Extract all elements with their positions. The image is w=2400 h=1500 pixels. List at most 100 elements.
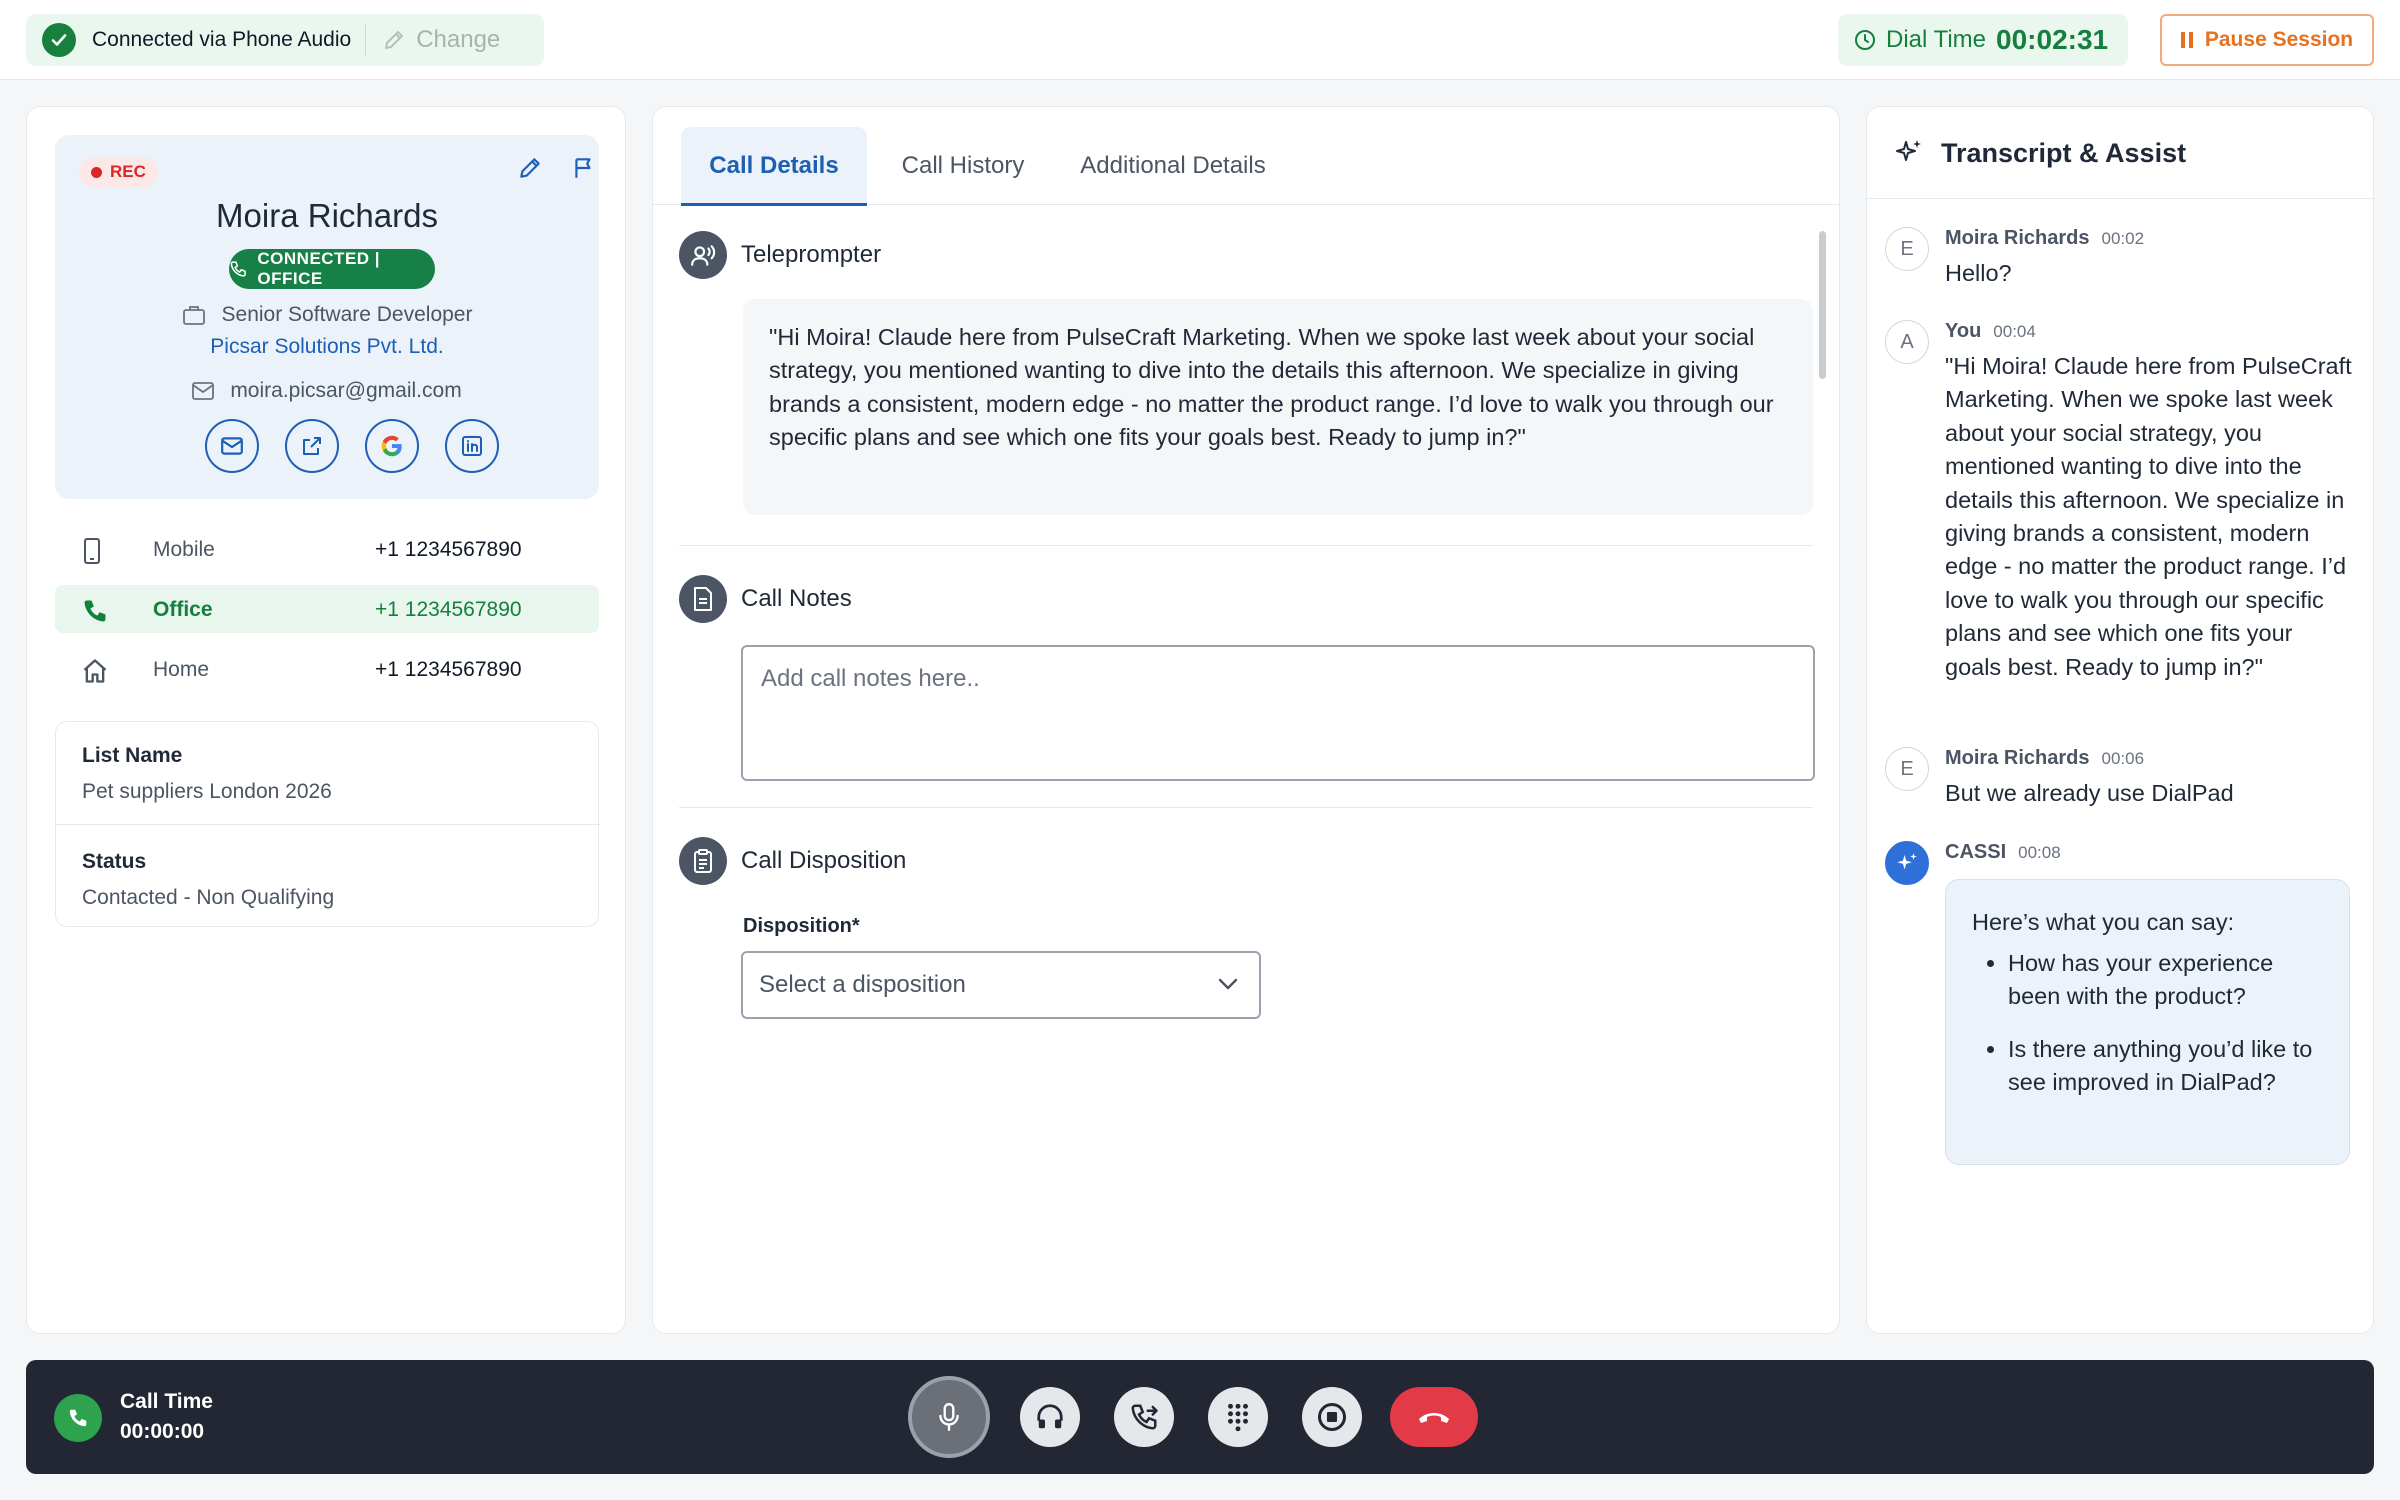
connection-badge-label: CONNECTED | OFFICE xyxy=(257,249,381,288)
connection-badge: CONNECTED | OFFICE xyxy=(229,249,435,289)
recording-badge: REC xyxy=(79,157,158,187)
call-control-bar: Call Time 00:00:00 xyxy=(26,1360,2374,1474)
tab-call-details[interactable]: Call Details xyxy=(681,127,867,206)
contact-panel: REC Moira Richards CONNECTED | OFFICE Se… xyxy=(26,106,626,1334)
message-time: 00:02 xyxy=(2101,229,2145,248)
status-label: Status xyxy=(82,850,147,873)
transcript-title: Transcript & Assist xyxy=(1941,138,2187,168)
contact-name: Moira Richards xyxy=(216,197,438,234)
rec-label: REC xyxy=(110,162,146,181)
message-text: Hello? xyxy=(1945,260,2012,286)
sparkle-icon xyxy=(1897,853,1917,870)
headset-button[interactable] xyxy=(1020,1387,1080,1447)
dial-time-label: Dial Time xyxy=(1886,26,1987,53)
linkedin-button[interactable] xyxy=(445,419,499,473)
suggestion-item: How has your experience been with the pr… xyxy=(2008,947,2323,1013)
check-circle-icon xyxy=(42,23,76,57)
notes-icon xyxy=(679,575,727,623)
contact-email-text: moira.picsar@gmail.com xyxy=(230,379,462,402)
connection-status: Connected via Phone Audio Change xyxy=(26,14,544,66)
phone-number: +1 1234567890 xyxy=(375,658,522,681)
stop-record-icon xyxy=(1318,1403,1346,1431)
sparkle-icon xyxy=(1896,140,1921,161)
job-title-text: Senior Software Developer xyxy=(221,303,473,326)
email-button[interactable] xyxy=(205,419,259,473)
mobile-icon xyxy=(84,538,100,564)
list-name-value: Pet suppliers London 2026 xyxy=(82,780,332,803)
speaker-name: CASSI xyxy=(1945,841,2007,863)
speaker-name: You xyxy=(1945,320,1982,342)
call-details-panel: Call Details Call History Additional Det… xyxy=(652,106,1840,1334)
message-time: 00:06 xyxy=(2101,749,2145,768)
call-notes-input[interactable] xyxy=(741,645,1815,781)
pause-session-label: Pause Session xyxy=(2204,28,2354,51)
call-transfer-icon xyxy=(1131,1404,1158,1430)
contact-profile: REC Moira Richards CONNECTED | OFFICE Se… xyxy=(55,135,599,499)
flag-icon xyxy=(575,158,591,178)
avatar: E xyxy=(1885,227,1929,271)
open-link-button[interactable] xyxy=(285,419,339,473)
phone-row-home[interactable]: Home +1 1234567890 xyxy=(55,645,599,693)
top-bar: Connected via Phone Audio Change Dial Ti… xyxy=(0,0,2400,80)
clock-icon xyxy=(1855,30,1875,50)
phone-label: Home xyxy=(153,658,210,681)
phone-label: Office xyxy=(153,598,213,621)
teleprompter-icon xyxy=(679,231,727,279)
divider xyxy=(679,545,1813,546)
linkedin-icon xyxy=(462,436,482,456)
home-icon xyxy=(83,659,107,683)
message-header: Moira Richards 00:06 xyxy=(1945,747,2144,770)
record-dot-icon xyxy=(91,166,102,178)
social-links xyxy=(205,419,499,473)
list-name-label: List Name xyxy=(82,744,183,767)
call-time-value: 00:00:00 xyxy=(120,1420,205,1443)
mute-button[interactable] xyxy=(908,1376,990,1458)
phone-number: +1 1234567890 xyxy=(375,598,522,621)
edit-contact-button[interactable] xyxy=(517,155,543,181)
tab-additional-details[interactable]: Additional Details xyxy=(1063,127,1283,205)
dialpad-button[interactable] xyxy=(1208,1387,1268,1447)
avatar: E xyxy=(1885,747,1929,791)
pause-icon xyxy=(2180,32,2193,48)
briefcase-icon xyxy=(182,306,205,325)
company-link[interactable]: Picsar Solutions Pvt. Ltd. xyxy=(55,335,599,359)
disposition-label: Disposition* xyxy=(743,915,860,937)
scrollbar[interactable] xyxy=(1819,231,1826,379)
phone-row-office[interactable]: Office +1 1234567890 xyxy=(55,585,599,633)
avatar: A xyxy=(1885,320,1929,364)
transcript-message: A You 00:04 "Hi Moira! Claude here from P… xyxy=(1885,320,2365,720)
hang-up-icon xyxy=(1419,1413,1449,1423)
pencil-icon xyxy=(385,31,404,49)
status-row: Status Contacted - Non Qualifying xyxy=(56,850,600,910)
phone-row-mobile[interactable]: Mobile +1 1234567890 xyxy=(55,525,599,573)
connection-text: Connected via Phone Audio xyxy=(92,28,352,51)
change-button[interactable]: Change xyxy=(382,26,500,54)
hang-up-button[interactable] xyxy=(1390,1387,1478,1447)
google-button[interactable] xyxy=(365,419,419,473)
stop-recording-button[interactable] xyxy=(1302,1387,1362,1447)
contact-email: moira.picsar@gmail.com xyxy=(55,379,599,403)
phone-label: Mobile xyxy=(153,538,215,561)
phone-icon xyxy=(84,600,106,622)
dialpad-icon xyxy=(1228,1403,1248,1432)
cassi-avatar xyxy=(1885,841,1929,885)
suggestion-item: Is there anything you’d like to see impr… xyxy=(2008,1033,2323,1099)
pause-session-button[interactable]: Pause Session xyxy=(2160,14,2374,66)
disposition-select[interactable]: Select a disposition xyxy=(741,951,1261,1019)
assist-message: CASSI 00:08 Here’s what you can say: How … xyxy=(1885,841,2365,1171)
message-header: CASSI 00:08 xyxy=(1945,841,2061,864)
flag-contact-button[interactable] xyxy=(571,155,597,181)
transcript-message: E Moira Richards 00:02 Hello? xyxy=(1885,227,2365,303)
contact-details-box: List Name Pet suppliers London 2026 Stat… xyxy=(55,721,600,927)
speaker-name: Moira Richards xyxy=(1945,747,2090,769)
dial-time-value: 00:02:31 xyxy=(1996,24,2109,55)
external-link-icon xyxy=(303,437,321,455)
message-time: 00:08 xyxy=(2018,843,2061,862)
phone-icon xyxy=(54,1394,102,1442)
transfer-call-button[interactable] xyxy=(1114,1387,1174,1447)
tab-bar: Call Details Call History Additional Det… xyxy=(653,107,1839,206)
chevron-down-icon xyxy=(1218,978,1238,990)
speaker-name: Moira Richards xyxy=(1945,227,2090,249)
tab-call-history[interactable]: Call History xyxy=(881,127,1045,205)
pencil-icon xyxy=(520,158,540,178)
